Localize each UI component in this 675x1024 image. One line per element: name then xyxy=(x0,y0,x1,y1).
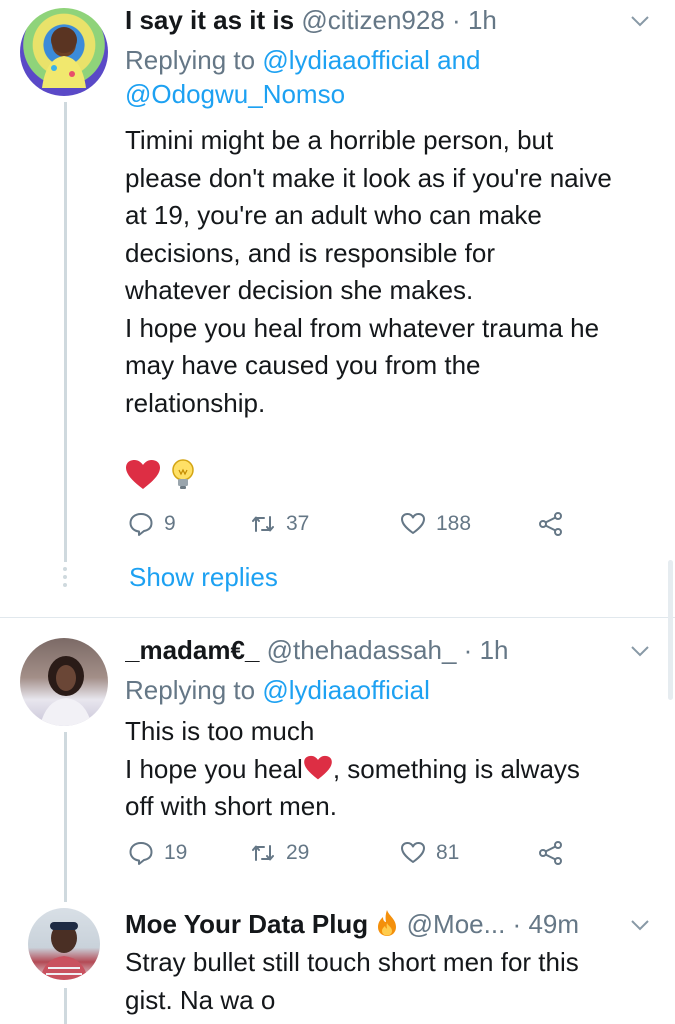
retweet-button[interactable]: 37 xyxy=(250,511,309,537)
like-count: 188 xyxy=(436,512,472,535)
avatar-figure-icon xyxy=(40,656,92,726)
tweet-text: Stray bullet still touch short men for t… xyxy=(125,944,645,1019)
like-button[interactable]: 81 xyxy=(400,840,459,866)
avatar[interactable] xyxy=(28,908,100,980)
tweet-3[interactable]: Moe Your Data Plug @Moe... · 49m Stray b… xyxy=(0,888,675,1024)
fire-emoji-icon xyxy=(378,910,397,936)
time-separator: · xyxy=(512,909,522,939)
display-name[interactable]: Moe Your Data Plug xyxy=(125,909,399,939)
tweet-text-line: may have caused you from the xyxy=(125,350,481,380)
retweet-icon xyxy=(252,516,274,532)
replying-to: Replying to @lydiaaofficial and @Odogwu_… xyxy=(125,43,481,111)
like-count: 81 xyxy=(436,841,460,864)
emoji-row xyxy=(125,458,197,492)
avatar-figure-icon xyxy=(40,922,88,980)
mention-link[interactable]: @lydiaaofficial xyxy=(262,675,430,705)
tweet-text-line: Stray bullet still touch short men for t… xyxy=(125,947,579,977)
reply-icon xyxy=(129,513,153,536)
share-icon xyxy=(539,512,562,536)
mention-link[interactable]: @Odogwu_Nomso xyxy=(125,79,345,109)
thread-line xyxy=(64,732,67,888)
tweet-text-line: This is too much xyxy=(125,716,315,746)
tweet-1[interactable]: I say it as it is @citizen928 · 1h Reply… xyxy=(0,0,675,618)
thread-line xyxy=(64,888,67,902)
user-handle[interactable]: @Moe... xyxy=(407,909,506,939)
replying-to-label: Replying to xyxy=(125,675,256,705)
tweet-text-line: Timini might be a horrible person, but xyxy=(125,125,554,155)
share-button[interactable] xyxy=(538,840,564,866)
thread-ellipsis-icon xyxy=(63,567,67,587)
reply-button[interactable]: 19 xyxy=(128,840,187,866)
heart-icon xyxy=(401,513,425,534)
mention-conjunction: and xyxy=(437,45,481,75)
thread-line xyxy=(64,102,67,562)
reply-icon xyxy=(129,842,153,865)
thread-line xyxy=(64,988,67,1024)
tweet-header: Moe Your Data Plug @Moe... · 49m xyxy=(125,908,615,940)
display-name-text: Moe Your Data Plug xyxy=(125,909,369,939)
tweet-text-line: relationship. xyxy=(125,387,266,418)
time-separator: · xyxy=(452,5,461,35)
tweet-text: This is too much I hope you heal , someth… xyxy=(125,713,645,826)
tweet-text-line: please don't make it look as if you're n… xyxy=(125,162,612,193)
retweet-count: 37 xyxy=(286,512,310,535)
tweet-text: Timini might be a horrible person, but p… xyxy=(125,122,645,422)
tweet-text-line: whatever decision she makes. xyxy=(125,275,474,305)
tweet-text-line: gist. Na wa o xyxy=(125,984,276,1015)
retweet-count: 29 xyxy=(286,841,310,864)
timestamp[interactable]: 1h xyxy=(480,635,509,665)
tweet-text-line: off with short men. xyxy=(125,791,337,821)
chevron-down-icon[interactable] xyxy=(629,640,651,662)
tweet-text-line: at 19, you're an adult who can make xyxy=(125,200,542,230)
timestamp[interactable]: 49m xyxy=(528,909,579,939)
time-separator: · xyxy=(463,635,473,665)
reply-count: 9 xyxy=(164,512,176,535)
tweet-text-line: I hope you heal from whatever trauma he xyxy=(125,312,600,343)
tweet-2[interactable]: _madam€_ @thehadassah_ · 1h Replying to … xyxy=(0,618,675,888)
avatar[interactable] xyxy=(20,8,108,96)
tweet-text-line: decisions, and is responsible for xyxy=(125,237,495,268)
share-button[interactable] xyxy=(538,511,564,537)
display-name[interactable]: _madam€_ xyxy=(125,635,259,665)
action-bar: 19 29 81 xyxy=(128,840,568,874)
heart-emoji-icon xyxy=(304,755,332,779)
heart-icon xyxy=(401,842,425,863)
share-icon xyxy=(539,841,562,865)
show-replies-link[interactable]: Show replies xyxy=(129,562,278,593)
action-bar: 9 37 188 xyxy=(128,511,568,545)
replying-to: Replying to @lydiaaofficial xyxy=(125,673,430,707)
timestamp[interactable]: 1h xyxy=(468,5,497,35)
retweet-button[interactable]: 29 xyxy=(250,840,309,866)
replying-to-label: Replying to xyxy=(125,45,256,75)
chevron-down-icon[interactable] xyxy=(629,10,651,32)
user-handle[interactable]: @citizen928 xyxy=(301,5,444,35)
like-button[interactable]: 188 xyxy=(400,511,471,537)
display-name[interactable]: I say it as it is xyxy=(125,5,294,35)
tweet-text-fragment: I hope you heal xyxy=(125,753,303,784)
reply-button[interactable]: 9 xyxy=(128,511,176,537)
retweet-icon xyxy=(252,845,274,861)
tweet-text-line-with-emoji: I hope you heal , something is always xyxy=(125,751,645,789)
chevron-down-icon[interactable] xyxy=(629,914,651,936)
lightbulb-emoji-icon xyxy=(172,459,194,489)
reply-count: 19 xyxy=(164,841,188,864)
tweet-header: _madam€_ @thehadassah_ · 1h xyxy=(125,634,635,666)
avatar-figure-icon xyxy=(42,27,86,88)
user-handle[interactable]: @thehadassah_ xyxy=(267,635,457,665)
heart-emoji-icon xyxy=(126,460,160,489)
mention-link[interactable]: @lydiaaofficial xyxy=(262,45,430,75)
avatar[interactable] xyxy=(20,638,108,726)
tweet-text-fragment: , something is always xyxy=(332,753,580,784)
tweet-header: I say it as it is @citizen928 · 1h xyxy=(125,4,635,36)
